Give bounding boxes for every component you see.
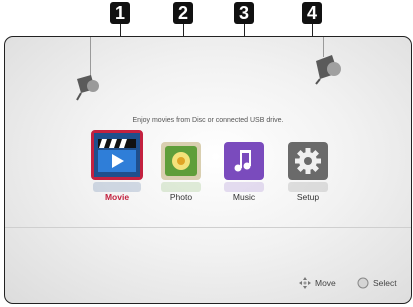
callout-badge-3: 3	[234, 2, 254, 24]
callout-badge-2: 2	[173, 2, 193, 24]
spotlight-right-icon	[315, 55, 341, 85]
menu-label-music: Music	[232, 192, 256, 202]
spotlight-left-icon	[76, 75, 99, 101]
music-icon	[234, 150, 251, 172]
menu-item-setup[interactable]	[288, 142, 328, 180]
footer-move-label: Move	[315, 278, 336, 288]
callout-badge-4: 4	[302, 2, 322, 24]
home-menu-screen: Enjoy movies from Disc or connected USB …	[4, 36, 412, 304]
menu-label-setup: Setup	[296, 192, 320, 202]
ok-button-icon	[357, 277, 369, 289]
photo-icon	[165, 146, 197, 176]
gear-icon	[295, 148, 321, 174]
footer-move-hint: Move	[299, 277, 336, 289]
footer-select-label: Select	[373, 278, 397, 288]
menu-label-movie: Movie	[104, 192, 130, 202]
footer-select-hint: Select	[357, 277, 397, 289]
menu-label-photo: Photo	[169, 192, 193, 202]
menu-item-movie[interactable]	[91, 130, 143, 180]
movie-icon	[94, 133, 140, 177]
menu-item-photo[interactable]	[161, 142, 201, 180]
menu-item-music[interactable]	[224, 142, 264, 180]
dpad-icon	[299, 277, 311, 289]
floor-line	[5, 227, 411, 228]
callout-badge-1: 1	[110, 2, 130, 24]
hint-text: Enjoy movies from Disc or connected USB …	[132, 117, 284, 124]
